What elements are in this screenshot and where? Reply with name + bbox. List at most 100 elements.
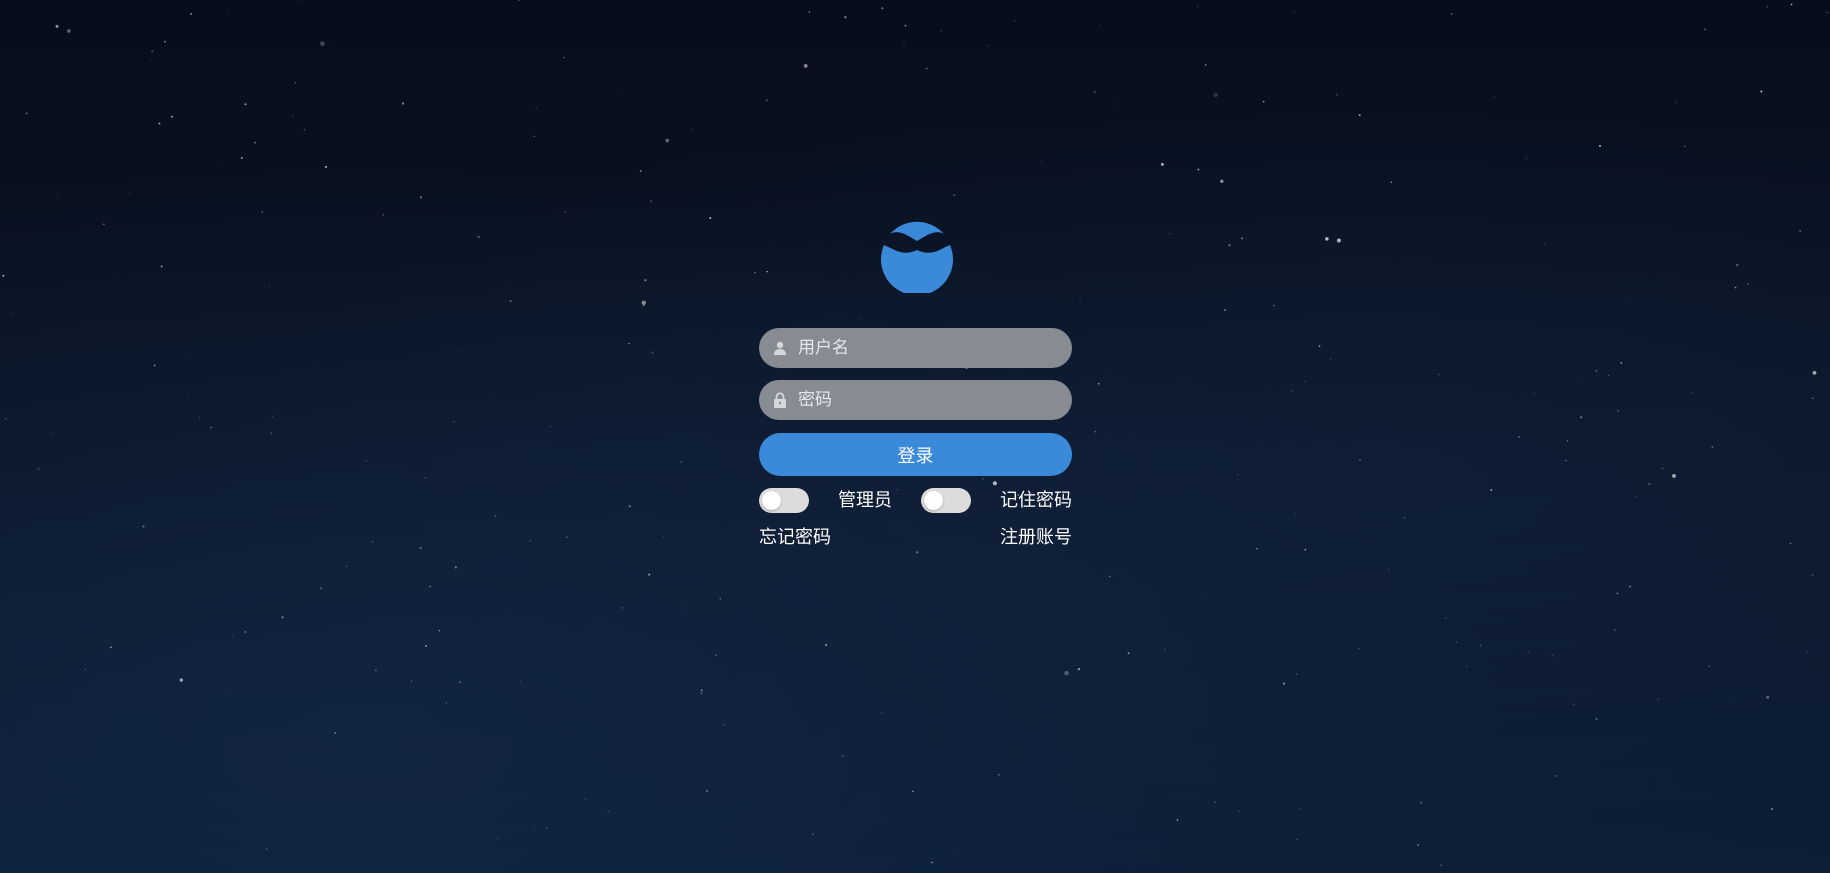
star [142, 525, 145, 528]
star [520, 681, 521, 683]
star [151, 50, 154, 53]
star [320, 587, 322, 590]
star [425, 644, 428, 648]
star [648, 573, 651, 576]
star [808, 11, 811, 13]
register-link[interactable]: 注册账号 [1000, 526, 1072, 550]
star [1450, 13, 1453, 15]
star [1197, 168, 1200, 171]
star [232, 635, 234, 637]
star [1403, 517, 1406, 519]
star [1572, 703, 1574, 705]
star [700, 689, 703, 692]
star [566, 536, 568, 539]
star [925, 67, 928, 70]
star [1799, 230, 1802, 233]
star [754, 271, 756, 274]
remember-password-toggle[interactable] [921, 488, 971, 513]
star [533, 135, 535, 137]
star [1479, 644, 1482, 647]
username-input[interactable] [798, 329, 1072, 367]
star [227, 12, 229, 14]
star [621, 90, 623, 93]
star [1197, 6, 1199, 8]
star [271, 415, 274, 417]
star [1127, 652, 1130, 654]
star [1213, 92, 1218, 98]
star [1625, 300, 1627, 302]
password-field [759, 380, 1072, 420]
app-logo [881, 221, 953, 293]
star [1282, 682, 1285, 685]
star [982, 478, 984, 480]
star [372, 540, 374, 543]
star [529, 540, 532, 542]
star [210, 426, 212, 429]
star [916, 551, 919, 554]
star [1097, 382, 1100, 385]
star [912, 790, 914, 793]
star [410, 680, 413, 682]
star [546, 827, 548, 829]
star [1826, 11, 1828, 13]
star [303, 129, 305, 131]
login-button[interactable]: 登录 [759, 433, 1072, 476]
star [663, 536, 665, 538]
star [1077, 668, 1080, 671]
star [691, 129, 693, 131]
star [1725, 77, 1727, 79]
star [1160, 162, 1164, 166]
forgot-password-link[interactable]: 忘记密码 [759, 526, 831, 550]
star [812, 833, 814, 835]
star [445, 702, 448, 704]
star [651, 351, 654, 354]
star [1674, 101, 1677, 104]
admin-toggle-label: 管理员 [838, 490, 892, 511]
star [216, 165, 218, 167]
star [1014, 20, 1016, 22]
star [1661, 467, 1663, 470]
star [1614, 629, 1616, 631]
star [228, 691, 230, 694]
star [642, 304, 645, 307]
star [1635, 495, 1637, 497]
star [1555, 775, 1558, 777]
star [1455, 641, 1458, 644]
star [300, 0, 302, 2]
star [1325, 237, 1329, 241]
star [956, 848, 958, 850]
star [188, 395, 190, 397]
star [244, 103, 247, 106]
star [1672, 473, 1676, 478]
star [1771, 808, 1774, 811]
star [709, 216, 712, 220]
star [1445, 617, 1447, 619]
star [722, 724, 725, 726]
star [454, 566, 457, 569]
star [1098, 23, 1100, 25]
star [584, 798, 586, 801]
star [153, 364, 156, 367]
star [2, 274, 5, 277]
star [1224, 309, 1226, 311]
star [190, 12, 193, 15]
star [103, 223, 105, 225]
star [1466, 665, 1468, 668]
star [25, 112, 28, 115]
star [261, 211, 263, 213]
star [1228, 244, 1231, 247]
star [1527, 651, 1530, 654]
star [1607, 374, 1609, 376]
star [1595, 717, 1598, 720]
password-input[interactable] [798, 381, 1072, 419]
star [549, 426, 551, 428]
star [419, 196, 422, 199]
star [1730, 700, 1732, 702]
star [680, 461, 682, 463]
star [244, 630, 247, 634]
star [1490, 489, 1493, 492]
star [425, 477, 427, 479]
star [1299, 807, 1300, 809]
admin-toggle[interactable] [759, 488, 809, 513]
star [1657, 698, 1660, 700]
